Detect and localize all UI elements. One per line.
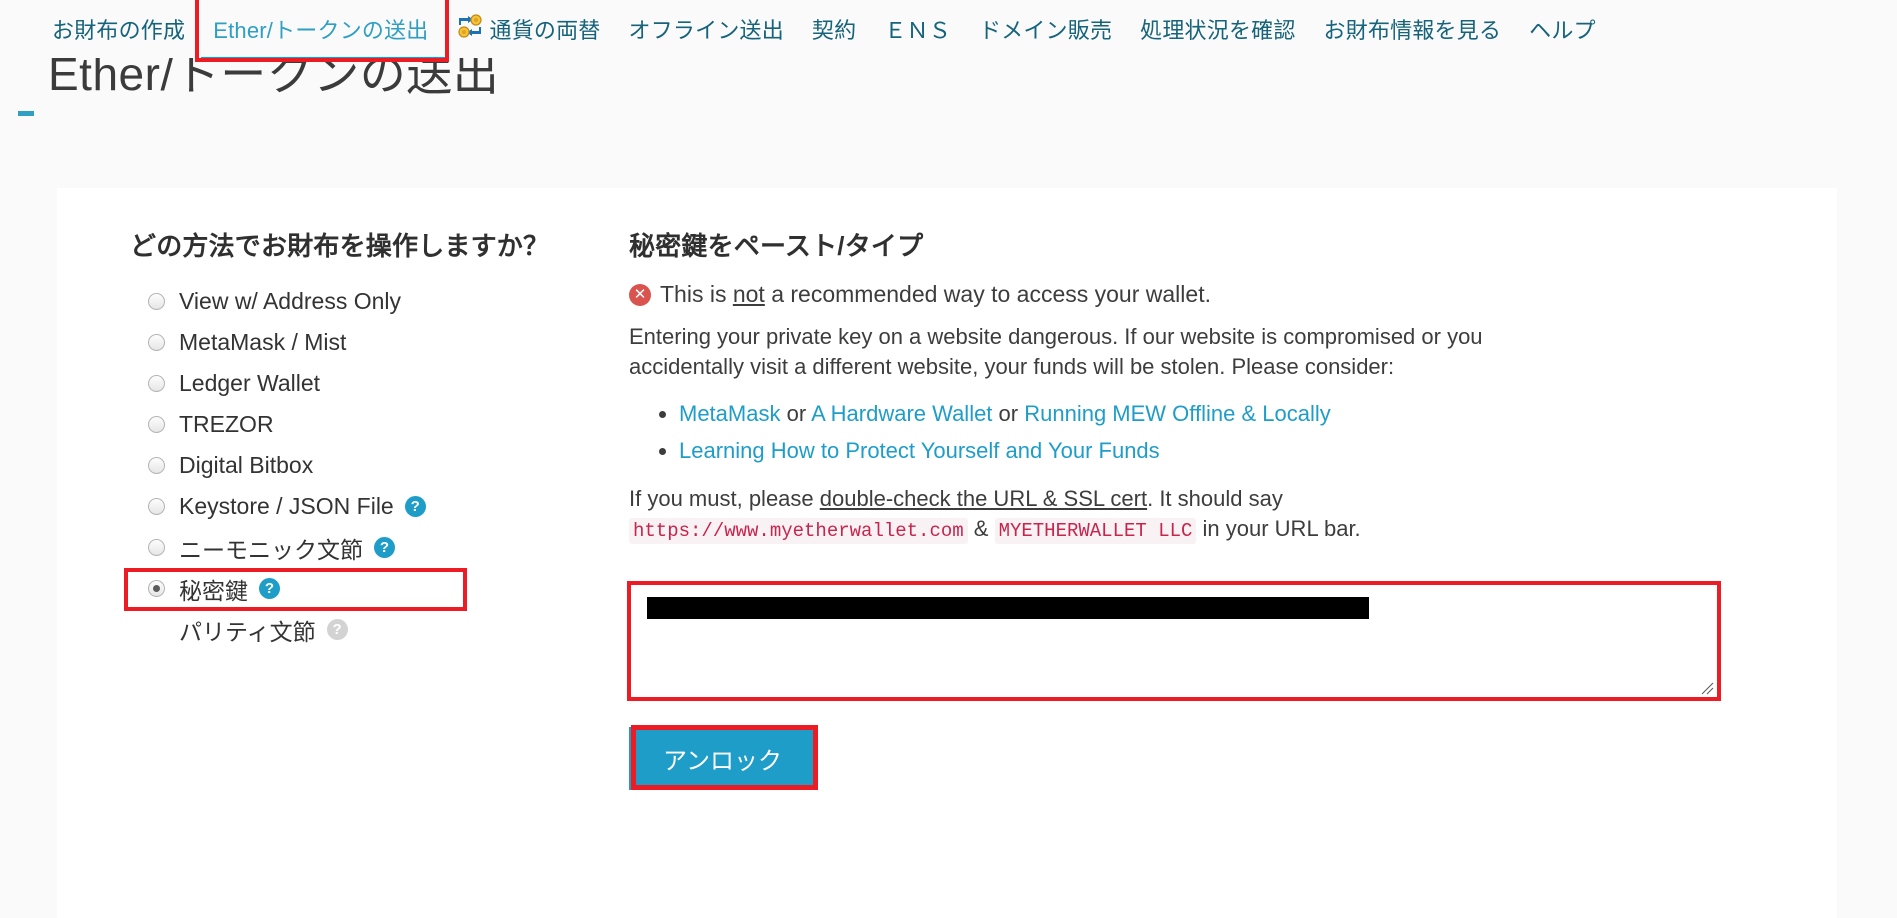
link-metamask[interactable]: MetaMask	[679, 401, 780, 426]
radio-option-label: 秘密鍵	[179, 577, 248, 604]
radio-button-icon[interactable]	[148, 375, 165, 392]
radio-button-icon[interactable]	[148, 457, 165, 474]
nav-item-label: 契約	[811, 18, 857, 43]
danger-warning-line: ✕ This is not a recommended way to acces…	[629, 281, 1777, 308]
ssl-suffix: in your URL bar.	[1196, 515, 1361, 541]
radio-button-icon[interactable]	[148, 580, 165, 597]
separator-text: or	[780, 400, 812, 426]
nav-item-label: Ether/トークンの送出	[213, 18, 429, 43]
radio-button-icon[interactable]	[148, 539, 165, 556]
separator-text: or	[992, 400, 1025, 426]
radio-button-icon[interactable]	[148, 416, 165, 433]
radio-option-label: Ledger Wallet	[179, 370, 321, 396]
recommendation-list: MetaMask or A Hardware Wallet or Running…	[629, 395, 1777, 470]
unlock-button[interactable]: アンロック	[629, 727, 817, 791]
ssl-emphasis: double-check the URL & SSL cert	[819, 485, 1148, 511]
ssl-amp: &	[967, 515, 995, 541]
radio-button-icon[interactable]	[148, 498, 165, 515]
nav-item-help[interactable]: ヘルプ	[1515, 7, 1610, 51]
radio-option-label: Digital Bitbox	[179, 452, 314, 478]
wallet-access-method-heading: どの方法でお財布を操作しますか？	[130, 231, 550, 261]
radio-option-label: TREZOR	[179, 411, 274, 437]
nav-item-label: お財布情報を見る	[1323, 18, 1502, 43]
radio-option-label: View w/ Address Only	[179, 288, 402, 314]
radio-option-parity-phrase: パリティ文節 ?	[130, 609, 617, 650]
list-item: MetaMask or A Hardware Wallet or Running…	[679, 395, 1777, 432]
top-navigation: お財布の作成 Ether/トークンの送出 通貨の両替 オフライン送出 契約 ＥＮ…	[0, 0, 1897, 62]
help-icon[interactable]: ?	[259, 578, 280, 599]
ssl-prefix: If you must, please	[629, 485, 820, 511]
nav-item-label: 通貨の両替	[489, 18, 601, 43]
help-icon[interactable]: ?	[374, 537, 395, 558]
content-panel: どの方法でお財布を操作しますか？ View w/ Address Only Me…	[57, 188, 1837, 918]
radio-option-ledger-wallet[interactable]: Ledger Wallet	[130, 363, 617, 404]
list-item: Learning How to Protect Yourself and You…	[679, 432, 1777, 469]
nav-item-offline-transaction[interactable]: オフライン送出	[615, 7, 798, 51]
radio-option-label: ニーモニック文節	[179, 536, 363, 563]
private-key-heading: 秘密鍵をペースト/タイプ	[629, 231, 924, 261]
currency-exchange-icon	[457, 14, 483, 44]
nav-item-domain-sales[interactable]: ドメイン販売	[965, 7, 1126, 51]
title-dash-icon	[18, 111, 34, 116]
warning-paragraph: Entering your private key on a website d…	[629, 324, 1483, 380]
danger-prefix: This is	[660, 281, 733, 307]
danger-emphasis: not	[732, 281, 765, 307]
radio-button-icon[interactable]	[148, 334, 165, 351]
nav-item-label: お財布の作成	[52, 18, 186, 43]
nav-item-label: ＥＮＳ	[884, 18, 951, 43]
page-title-row: Ether/トークンの送出	[0, 51, 1897, 128]
radio-option-mnemonic-phrase[interactable]: ニーモニック文節 ?	[130, 527, 617, 568]
nav-item-view-wallet-info[interactable]: お財布情報を見る	[1310, 7, 1516, 51]
help-icon: ?	[326, 619, 348, 640]
private-key-input-wrapper	[627, 581, 1721, 702]
nav-item-label: 処理状況を確認	[1140, 18, 1296, 43]
active-tab-underline	[201, 57, 445, 62]
radio-option-private-key[interactable]: 秘密鍵 ?	[124, 568, 617, 611]
nav-item-label: ドメイン販売	[978, 18, 1113, 43]
wallet-access-method-column: どの方法でお財布を操作しますか？ View w/ Address Only Me…	[57, 226, 617, 790]
danger-text: This is not a recommended way to access …	[660, 281, 1211, 308]
code-org-name: MYETHERWALLET LLC	[994, 517, 1197, 544]
nav-item-contracts[interactable]: 契約	[798, 7, 870, 51]
danger-suffix: a recommended way to access your wallet.	[764, 281, 1211, 307]
radio-option-keystore-json-file[interactable]: Keystore / JSON File ?	[130, 486, 617, 527]
nav-item-swap[interactable]: 通貨の両替	[443, 7, 615, 51]
code-url: https://www.myetherwallet.com	[629, 517, 968, 544]
nav-item-check-tx-status[interactable]: 処理状況を確認	[1126, 7, 1309, 51]
radio-option-view-address-only[interactable]: View w/ Address Only	[130, 281, 617, 322]
annotation-highlight-box-private-key	[124, 568, 467, 611]
radio-option-label: MetaMask / Mist	[179, 329, 347, 355]
nav-item-ens[interactable]: ＥＮＳ	[870, 7, 965, 51]
unlock-button-wrapper: アンロック	[629, 725, 819, 791]
radio-option-digital-bitbox[interactable]: Digital Bitbox	[130, 445, 617, 486]
nav-item-send-ether-tokens[interactable]: Ether/トークンの送出	[195, 0, 449, 62]
radio-option-label: Keystore / JSON File	[179, 493, 394, 519]
link-hardware-wallet[interactable]: A Hardware Wallet	[811, 401, 992, 426]
radio-option-trezor[interactable]: TREZOR	[130, 404, 617, 445]
help-icon[interactable]: ?	[404, 496, 426, 517]
private-key-input[interactable]	[629, 584, 1719, 700]
link-protect-yourself[interactable]: Learning How to Protect Yourself and You…	[679, 438, 1160, 463]
radio-button-icon[interactable]	[148, 293, 165, 310]
error-x-icon: ✕	[629, 283, 651, 306]
nav-item-create-wallet[interactable]: お財布の作成	[38, 7, 199, 51]
nav-item-label: オフライン送出	[628, 18, 784, 43]
radio-option-label: パリティ文節	[179, 618, 316, 645]
ssl-check-paragraph: If you must, please double-check the URL…	[629, 484, 1529, 545]
link-running-mew-offline[interactable]: Running MEW Offline & Locally	[1024, 401, 1331, 426]
ssl-middle: . It should say	[1147, 485, 1283, 511]
nav-item-label: ヘルプ	[1529, 18, 1596, 43]
private-key-entry-column: 秘密鍵をペースト/タイプ ✕ This is not a recommended…	[617, 226, 1837, 791]
radio-option-metamask-mist[interactable]: MetaMask / Mist	[130, 322, 617, 363]
